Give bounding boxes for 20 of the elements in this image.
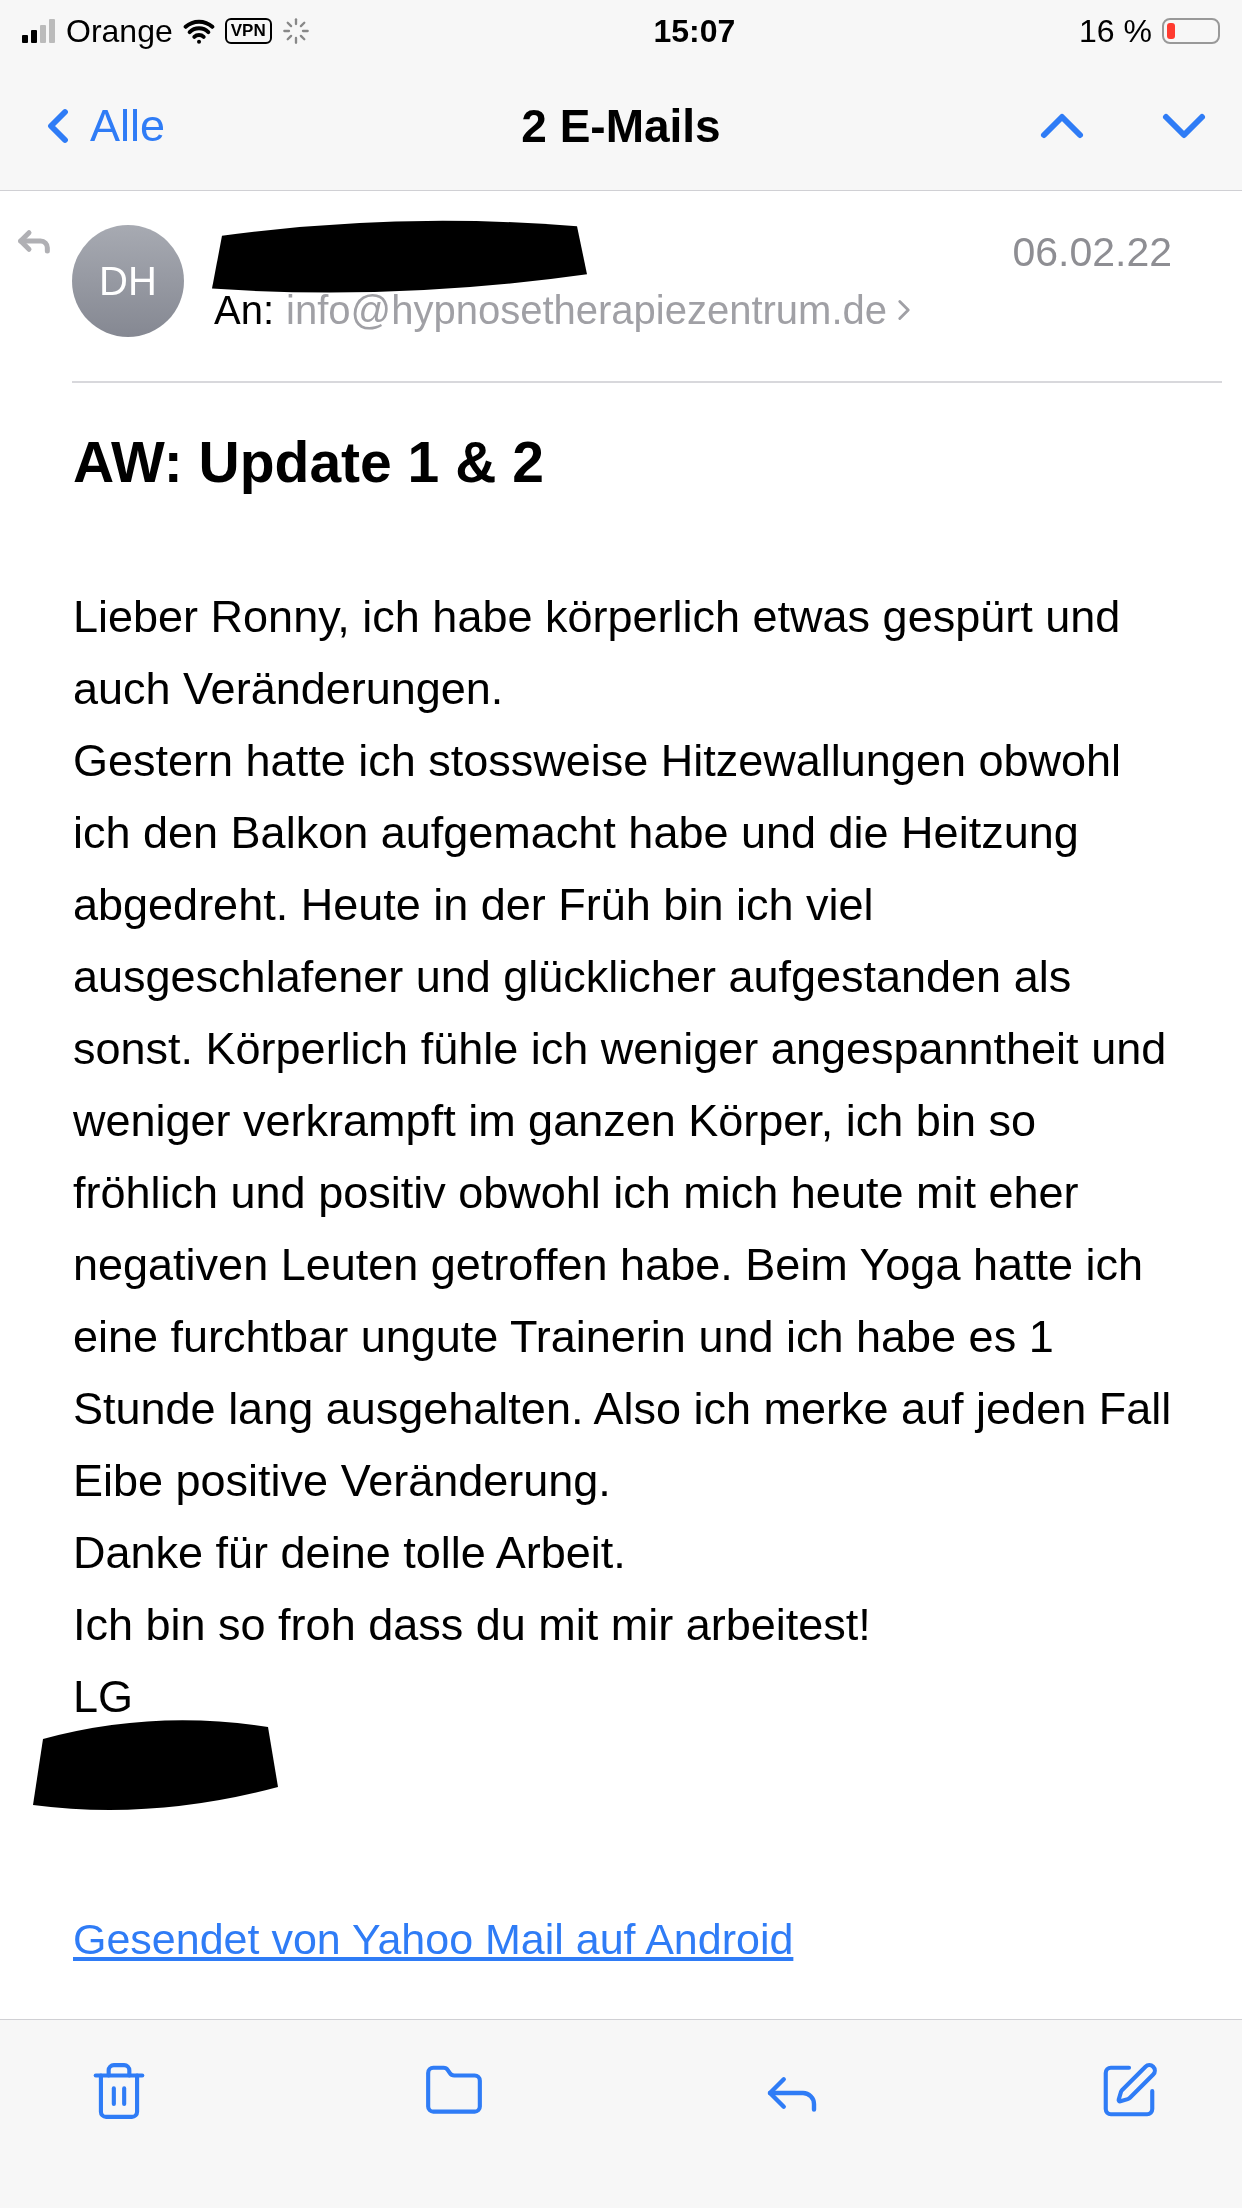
loading-icon [281,17,310,45]
battery-icon [1162,18,1220,44]
battery-percent: 16 % [1079,12,1152,50]
vpn-badge: VPN [224,18,272,44]
clock: 15:07 [653,12,736,50]
body-paragraph: LG [73,1670,135,1724]
body-paragraph: Gestern hatte ich stossweise Hitzewallungen obwohl ich den Balkon aufgemacht habe und die Heitzung abgedreht. Heute in der Früh bin ich viel ausgeschlafener und glücklicher aufgestanden als sonst. Körperlich fühle ich weniger angespanntheit und weniger verkrampft im ganzen Körper, ich bin so fröhlich und positiv obwohl ich mich heute mit eher negativen Leuten getroffen habe. Beim Yoga hatte ich eine furchtbar ungute Trainerin und ich habe es 1 Stunde lang ausgehalten. Also ich merke auf jeden Fall Eibe positive Veränderung. [73,734,1173,1508]
avatar: DH [72,225,184,337]
body-paragraph: Danke für deine tolle Arbeit. [73,1526,627,1580]
body-paragraph: Lieber Ronny, ich habe körperlich etwas gespürt und auch Veränderungen. [73,590,1122,716]
nav-title: 2 E-Mails [521,99,721,153]
to-label: An: [214,287,275,333]
signal-icon [22,19,56,43]
body-paragraph: Ich bin so froh dass du mit mir arbeitest! [73,1598,872,1652]
back-button[interactable]: Alle [30,98,166,154]
message-date: 06.02.22 [1012,228,1172,276]
recipient-link[interactable]: info@hypnosetherapiezentrum.de [286,287,888,333]
signature-link[interactable]: Gesendet von Yahoo Mail auf Android [73,1915,794,1964]
email-subject: AW: Update 1 & 2 [73,429,545,495]
carrier-name: Orange [66,12,173,50]
